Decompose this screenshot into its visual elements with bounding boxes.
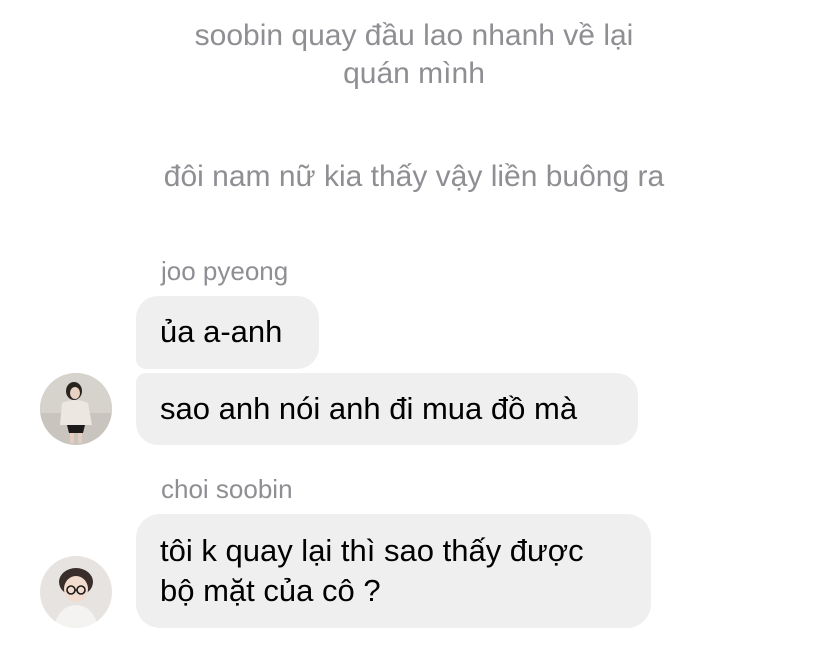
message-text: ủa a-anh xyxy=(160,314,283,349)
narration-text: đôi nam nữ kia thấy vậy liền buông ra xyxy=(163,160,665,193)
boy-photo-avatar-icon[interactable] xyxy=(40,556,112,628)
narration-line: quán mình xyxy=(343,57,485,90)
sender-name: choi soobin xyxy=(161,474,293,504)
girl-photo-avatar-icon[interactable] xyxy=(40,373,112,445)
narration-line: soobin quay đầu lao nhanh về lại xyxy=(194,19,634,52)
message-text-line: tôi k quay lại thì sao thấy được xyxy=(160,533,584,568)
message-bubble[interactable]: ủa a-anh xyxy=(136,296,319,369)
message-text-line: bộ mặt của cô ? xyxy=(160,573,381,608)
sender-name: joo pyeong xyxy=(161,256,289,286)
narration-text: soobin quay đầu lao nhanh về lại quán mì… xyxy=(0,17,828,93)
message-bubble[interactable]: tôi k quay lại thì sao thấy được bộ mặt … xyxy=(136,514,651,628)
message-text: sao anh nói anh đi mua đồ mà xyxy=(160,391,578,426)
message-bubble[interactable]: sao anh nói anh đi mua đồ mà xyxy=(136,373,638,445)
